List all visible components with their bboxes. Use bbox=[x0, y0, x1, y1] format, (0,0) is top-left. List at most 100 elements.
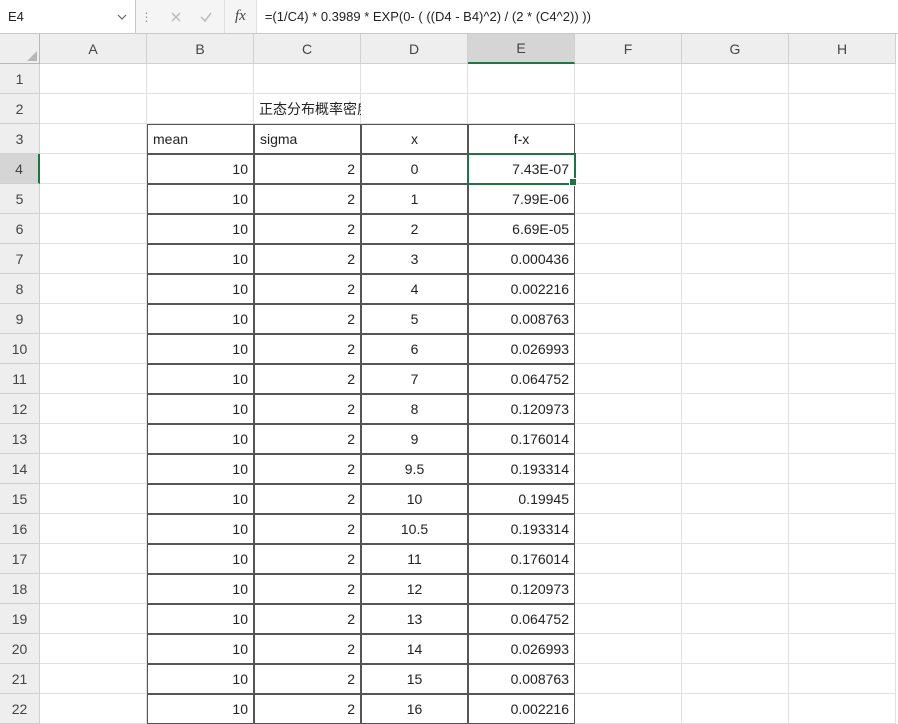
cell-E22[interactable]: 0.002216 bbox=[468, 694, 575, 724]
cell-D9[interactable]: 5 bbox=[361, 304, 468, 334]
cell-A3[interactable] bbox=[40, 124, 147, 154]
cell-E9[interactable]: 0.008763 bbox=[468, 304, 575, 334]
cell-B22[interactable]: 10 bbox=[147, 694, 254, 724]
cell-H1[interactable] bbox=[789, 64, 896, 94]
cell-A16[interactable] bbox=[40, 514, 147, 544]
cell-B12[interactable]: 10 bbox=[147, 394, 254, 424]
cell-B14[interactable]: 10 bbox=[147, 454, 254, 484]
cell-H19[interactable] bbox=[789, 604, 896, 634]
cell-G4[interactable] bbox=[682, 154, 789, 184]
cell-A5[interactable] bbox=[40, 184, 147, 214]
cell-H11[interactable] bbox=[789, 364, 896, 394]
cell-A20[interactable] bbox=[40, 634, 147, 664]
cell-E6[interactable]: 6.69E-05 bbox=[468, 214, 575, 244]
cell-G6[interactable] bbox=[682, 214, 789, 244]
cell-C5[interactable]: 2 bbox=[254, 184, 361, 214]
cell-G21[interactable] bbox=[682, 664, 789, 694]
cell-D19[interactable]: 13 bbox=[361, 604, 468, 634]
row-header-6[interactable]: 6 bbox=[0, 214, 40, 244]
row-header-4[interactable]: 4 bbox=[0, 154, 40, 184]
row-header-22[interactable]: 22 bbox=[0, 694, 40, 724]
cell-E3[interactable]: f-x bbox=[468, 124, 575, 154]
cell-H14[interactable] bbox=[789, 454, 896, 484]
cell-G12[interactable] bbox=[682, 394, 789, 424]
cell-G19[interactable] bbox=[682, 604, 789, 634]
cell-G18[interactable] bbox=[682, 574, 789, 604]
cell-D10[interactable]: 6 bbox=[361, 334, 468, 364]
row-header-12[interactable]: 12 bbox=[0, 394, 40, 424]
cell-B9[interactable]: 10 bbox=[147, 304, 254, 334]
cell-E10[interactable]: 0.026993 bbox=[468, 334, 575, 364]
cell-C8[interactable]: 2 bbox=[254, 274, 361, 304]
row-header-2[interactable]: 2 bbox=[0, 94, 40, 124]
cell-C6[interactable]: 2 bbox=[254, 214, 361, 244]
cell-A2[interactable] bbox=[40, 94, 147, 124]
cell-E7[interactable]: 0.000436 bbox=[468, 244, 575, 274]
cell-F20[interactable] bbox=[575, 634, 682, 664]
cell-B16[interactable]: 10 bbox=[147, 514, 254, 544]
cell-B20[interactable]: 10 bbox=[147, 634, 254, 664]
cell-E19[interactable]: 0.064752 bbox=[468, 604, 575, 634]
row-header-10[interactable]: 10 bbox=[0, 334, 40, 364]
cell-E5[interactable]: 7.99E-06 bbox=[468, 184, 575, 214]
cell-A15[interactable] bbox=[40, 484, 147, 514]
cell-C18[interactable]: 2 bbox=[254, 574, 361, 604]
cell-G20[interactable] bbox=[682, 634, 789, 664]
cell-G15[interactable] bbox=[682, 484, 789, 514]
cell-C10[interactable]: 2 bbox=[254, 334, 361, 364]
row-header-17[interactable]: 17 bbox=[0, 544, 40, 574]
cell-G10[interactable] bbox=[682, 334, 789, 364]
cell-C20[interactable]: 2 bbox=[254, 634, 361, 664]
cell-A19[interactable] bbox=[40, 604, 147, 634]
cell-C17[interactable]: 2 bbox=[254, 544, 361, 574]
cell-B1[interactable] bbox=[147, 64, 254, 94]
cell-C14[interactable]: 2 bbox=[254, 454, 361, 484]
cell-C2[interactable]: 正态分布概率密度函数 bbox=[254, 94, 361, 124]
cell-C1[interactable] bbox=[254, 64, 361, 94]
cell-G17[interactable] bbox=[682, 544, 789, 574]
cell-B6[interactable]: 10 bbox=[147, 214, 254, 244]
cell-F6[interactable] bbox=[575, 214, 682, 244]
cell-H2[interactable] bbox=[789, 94, 896, 124]
cell-D2[interactable] bbox=[361, 94, 468, 124]
row-header-19[interactable]: 19 bbox=[0, 604, 40, 634]
cell-G16[interactable] bbox=[682, 514, 789, 544]
column-header-B[interactable]: B bbox=[147, 34, 254, 64]
cell-C3[interactable]: sigma bbox=[254, 124, 361, 154]
cell-F16[interactable] bbox=[575, 514, 682, 544]
confirm-icon[interactable] bbox=[198, 9, 214, 25]
namebox-resize-handle[interactable]: ⋮ bbox=[136, 0, 158, 33]
cell-B21[interactable]: 10 bbox=[147, 664, 254, 694]
cell-C22[interactable]: 2 bbox=[254, 694, 361, 724]
cell-G5[interactable] bbox=[682, 184, 789, 214]
cell-G1[interactable] bbox=[682, 64, 789, 94]
cell-C7[interactable]: 2 bbox=[254, 244, 361, 274]
cell-G13[interactable] bbox=[682, 424, 789, 454]
cell-F17[interactable] bbox=[575, 544, 682, 574]
cell-C16[interactable]: 2 bbox=[254, 514, 361, 544]
cell-F21[interactable] bbox=[575, 664, 682, 694]
name-box[interactable]: E4 bbox=[0, 0, 136, 33]
cell-B17[interactable]: 10 bbox=[147, 544, 254, 574]
cell-G3[interactable] bbox=[682, 124, 789, 154]
cell-F2[interactable] bbox=[575, 94, 682, 124]
cell-A12[interactable] bbox=[40, 394, 147, 424]
cell-D15[interactable]: 10 bbox=[361, 484, 468, 514]
cell-A10[interactable] bbox=[40, 334, 147, 364]
cell-H5[interactable] bbox=[789, 184, 896, 214]
cell-E8[interactable]: 0.002216 bbox=[468, 274, 575, 304]
cell-G22[interactable] bbox=[682, 694, 789, 724]
cell-F15[interactable] bbox=[575, 484, 682, 514]
cell-H9[interactable] bbox=[789, 304, 896, 334]
cell-G2[interactable] bbox=[682, 94, 789, 124]
cell-F13[interactable] bbox=[575, 424, 682, 454]
cell-B13[interactable]: 10 bbox=[147, 424, 254, 454]
row-header-5[interactable]: 5 bbox=[0, 184, 40, 214]
cell-E16[interactable]: 0.193314 bbox=[468, 514, 575, 544]
cell-H4[interactable] bbox=[789, 154, 896, 184]
cell-E4[interactable]: 7.43E-07 bbox=[468, 154, 575, 184]
cell-F4[interactable] bbox=[575, 154, 682, 184]
cell-A22[interactable] bbox=[40, 694, 147, 724]
select-all-corner[interactable] bbox=[0, 34, 40, 64]
cell-F9[interactable] bbox=[575, 304, 682, 334]
